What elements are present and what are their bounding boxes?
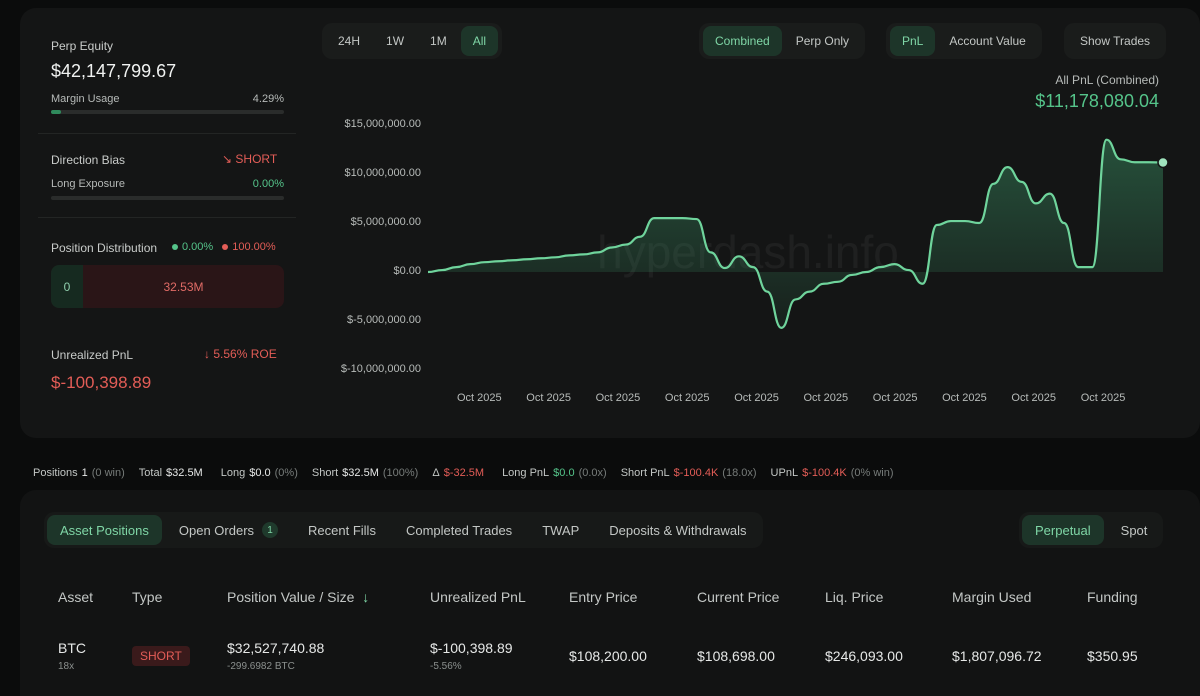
row-type-badge: SHORT bbox=[132, 646, 190, 666]
tab-asset-positions[interactable]: Asset Positions bbox=[47, 515, 162, 545]
row-entry-price: $108,200.00 bbox=[569, 648, 647, 664]
stat-meta: (0%) bbox=[274, 467, 298, 479]
tab-twap[interactable]: TWAP bbox=[529, 515, 592, 545]
th-liq-price[interactable]: Liq. Price bbox=[825, 589, 883, 605]
stat-value: $32.5M bbox=[342, 467, 379, 479]
row-leverage: 18x bbox=[58, 661, 75, 672]
row-margin-used: $1,807,096.72 bbox=[952, 648, 1042, 664]
pnl-chart: hyperdash.info bbox=[427, 138, 1169, 329]
stat-key: Positions bbox=[33, 467, 78, 479]
market-spot[interactable]: Spot bbox=[1108, 515, 1161, 545]
stat-value: $-100.4K bbox=[802, 467, 847, 479]
row-unrealized-pnl-pct: -5.56% bbox=[430, 661, 462, 672]
market-perpetual[interactable]: Perpetual bbox=[1022, 515, 1104, 545]
row-unrealized-pnl: $-100,398.89 bbox=[430, 640, 513, 656]
stat-key: Long PnL bbox=[502, 467, 550, 479]
th-funding[interactable]: Funding bbox=[1087, 589, 1138, 605]
row-size: -299.6982 BTC bbox=[227, 661, 295, 672]
stat-key: Δ bbox=[432, 467, 440, 479]
tab-open-orders[interactable]: Open Orders 1 bbox=[166, 515, 291, 545]
stat-meta: (0 win) bbox=[91, 467, 125, 479]
row-funding: $350.95 bbox=[1087, 648, 1138, 664]
row-current-price: $108,698.00 bbox=[697, 648, 775, 664]
sort-down-icon: ↓ bbox=[362, 589, 370, 605]
stat-key: Total bbox=[138, 467, 163, 479]
tab-open-orders-label: Open Orders bbox=[178, 522, 255, 538]
stat-meta: (100%) bbox=[382, 467, 419, 479]
th-position-value-label: Position Value / Size bbox=[227, 589, 355, 605]
th-position-value[interactable]: Position Value / Size ↓ bbox=[227, 589, 369, 605]
stat-value: 1 bbox=[81, 467, 88, 479]
tab-completed-trades[interactable]: Completed Trades bbox=[393, 515, 525, 545]
tab-recent-fills[interactable]: Recent Fills bbox=[295, 515, 389, 545]
stat-value: $0.0 bbox=[553, 467, 575, 479]
stat-meta: (18.0x) bbox=[722, 467, 757, 479]
stat-meta: (0% win) bbox=[850, 467, 894, 479]
th-margin-used[interactable]: Margin Used bbox=[952, 589, 1031, 605]
positions-tabs: Asset Positions Open Orders 1 Recent Fill… bbox=[44, 512, 763, 548]
stat-meta: (0.0x) bbox=[578, 467, 607, 479]
th-unrealized-pnl[interactable]: Unrealized PnL bbox=[430, 589, 526, 605]
stat-value: $32.5M bbox=[166, 467, 203, 479]
pnl-endpoint[interactable] bbox=[1157, 156, 1169, 169]
stat-key: Long bbox=[220, 467, 246, 479]
stat-value: $-100.4K bbox=[673, 467, 719, 479]
stat-key: UPnL bbox=[770, 467, 799, 479]
row-asset: BTC bbox=[58, 640, 86, 656]
th-current-price[interactable]: Current Price bbox=[697, 589, 779, 605]
market-toggle: Perpetual Spot bbox=[1019, 512, 1164, 548]
th-asset[interactable]: Asset bbox=[58, 589, 93, 605]
stat-key: Short bbox=[311, 467, 339, 479]
stats-bar: Positions 1 (0 win) Total $32.5M Long $0.0 (0%)… bbox=[33, 467, 908, 479]
row-position-value: $32,527,740.88 bbox=[227, 640, 325, 656]
th-type[interactable]: Type bbox=[132, 589, 162, 605]
stat-value: $0.0 bbox=[249, 467, 271, 479]
stat-value: $-32.5M bbox=[443, 467, 485, 479]
open-orders-count-badge: 1 bbox=[262, 522, 279, 538]
tab-deposits-withdrawals[interactable]: Deposits & Withdrawals bbox=[596, 515, 759, 545]
th-entry-price[interactable]: Entry Price bbox=[569, 589, 637, 605]
stat-key: Short PnL bbox=[620, 467, 670, 479]
row-liq-price: $246,093.00 bbox=[825, 648, 903, 664]
